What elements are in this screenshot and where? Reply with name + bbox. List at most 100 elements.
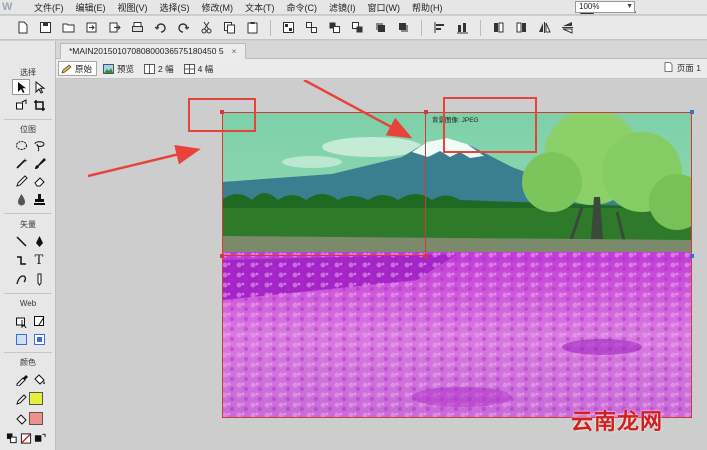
- eyedropper-icon: [16, 374, 28, 386]
- zoom-select[interactable]: 100% ▼: [575, 1, 635, 13]
- slice-tool[interactable]: [30, 313, 48, 329]
- flip-icon: [539, 22, 551, 33]
- hotspot-tool[interactable]: [12, 313, 30, 329]
- swap-colors-icon: [34, 433, 46, 442]
- paste-button[interactable]: [242, 19, 263, 37]
- pencil-icon: [61, 64, 72, 73]
- rotate-left-button[interactable]: [488, 19, 509, 37]
- pencil-tool[interactable]: [12, 173, 30, 189]
- tab-original[interactable]: 原始: [58, 61, 98, 76]
- scale-tool[interactable]: [12, 97, 30, 113]
- blur-tool[interactable]: [12, 191, 30, 207]
- document-tab-title: *MAIN20150107080800036575180450 5: [69, 46, 224, 56]
- send-backward-icon: [399, 23, 408, 32]
- distribute-button[interactable]: [452, 19, 473, 37]
- default-colors-button[interactable]: [6, 430, 18, 446]
- lasso-tool[interactable]: [30, 137, 48, 153]
- tab-4-up[interactable]: 4 幅: [182, 61, 218, 76]
- open-button[interactable]: [58, 19, 79, 37]
- menu-file[interactable]: 文件(F): [28, 1, 70, 14]
- pointer-tool[interactable]: [12, 79, 30, 95]
- stamp-icon: [33, 193, 45, 205]
- cut-button[interactable]: [196, 19, 217, 37]
- copy-button[interactable]: [219, 19, 240, 37]
- menubar: W 文件(F) 编辑(E) 视图(V) 选择(S) 修改(M) 文本(T) 命令…: [0, 0, 707, 15]
- line-tool[interactable]: [12, 233, 30, 249]
- split-icon: [352, 22, 363, 33]
- no-color-button[interactable]: [20, 430, 32, 446]
- line-icon: [15, 235, 27, 247]
- new-file-button[interactable]: [12, 19, 33, 37]
- pointer-icon: [17, 81, 26, 93]
- knife-tool[interactable]: [30, 271, 48, 287]
- stroke-color-swatch[interactable]: [12, 391, 30, 407]
- subselect-tool[interactable]: [30, 79, 48, 95]
- join-button[interactable]: [324, 19, 345, 37]
- freeform-icon: [15, 274, 26, 284]
- menu-window[interactable]: 窗口(W): [362, 1, 407, 14]
- flip-button[interactable]: [534, 19, 555, 37]
- folder-icon: [62, 23, 75, 33]
- print-button[interactable]: [127, 19, 148, 37]
- export-button[interactable]: [104, 19, 125, 37]
- hide-slices-icon: [15, 333, 27, 345]
- menu-edit[interactable]: 编辑(E): [70, 1, 112, 14]
- print-icon: [132, 22, 143, 32]
- menu-select[interactable]: 选择(S): [154, 1, 196, 14]
- marquee-tool[interactable]: [12, 137, 30, 153]
- eraser-tool[interactable]: [30, 173, 48, 189]
- import-button[interactable]: [81, 19, 102, 37]
- text-tool[interactable]: T: [30, 252, 48, 268]
- menu-view[interactable]: 视图(V): [112, 1, 154, 14]
- tools-section-bitmap: 位图: [20, 125, 36, 134]
- brush-tool[interactable]: [30, 155, 48, 171]
- eyedropper-tool[interactable]: [12, 371, 30, 387]
- swap-colors-button[interactable]: [34, 430, 46, 446]
- bring-forward-button[interactable]: [370, 19, 391, 37]
- send-backward-button[interactable]: [393, 19, 414, 37]
- menu-text[interactable]: 文本(T): [239, 1, 281, 14]
- pen-icon: [35, 235, 43, 247]
- annotation-arrows: [87, 80, 413, 178]
- redo-button[interactable]: [173, 19, 194, 37]
- eraser-icon: [33, 176, 45, 186]
- canvas-area[interactable]: 背景图像: JPEG 云南龙网: [56, 80, 707, 450]
- flip-vertical-button[interactable]: [557, 19, 578, 37]
- rectangle-tool[interactable]: [12, 252, 30, 268]
- align-button[interactable]: [429, 19, 450, 37]
- menu-help[interactable]: 帮助(H): [406, 1, 449, 14]
- menu-modify[interactable]: 修改(M): [196, 1, 240, 14]
- secondary-color-swatch[interactable]: [29, 412, 43, 425]
- menu-commands[interactable]: 命令(C): [281, 1, 324, 14]
- watermark: 云南龙网: [571, 410, 664, 435]
- rubber-stamp-tool[interactable]: [30, 191, 48, 207]
- toolbar-separator: [270, 19, 271, 36]
- rotate-right-button[interactable]: [511, 19, 532, 37]
- pen-tool[interactable]: [30, 233, 48, 249]
- slice-icon: [33, 315, 44, 326]
- tools-section-color: 颜色: [20, 358, 36, 367]
- paste-icon: [247, 22, 258, 34]
- freeform-tool[interactable]: [12, 271, 30, 287]
- save-button[interactable]: [35, 19, 56, 37]
- close-icon[interactable]: ×: [232, 44, 237, 59]
- crop-tool[interactable]: [30, 97, 48, 113]
- menu-filters[interactable]: 滤镜(I): [323, 1, 362, 14]
- lasso-icon: [34, 140, 45, 151]
- hide-slices-button[interactable]: [12, 331, 30, 347]
- section-divider: [4, 352, 52, 353]
- tab-preview[interactable]: 预览: [101, 61, 138, 76]
- tab-2-up[interactable]: 2 幅: [142, 61, 178, 76]
- undo-button[interactable]: [150, 19, 171, 37]
- document-tab[interactable]: *MAIN20150107080800036575180450 5 ×: [60, 43, 246, 59]
- group-button[interactable]: [278, 19, 299, 37]
- tools-panel: 选择 位图 矢量 T Web 颜色: [0, 41, 56, 450]
- show-slices-button[interactable]: [30, 331, 48, 347]
- split-button[interactable]: [347, 19, 368, 37]
- paint-bucket-tool[interactable]: [30, 371, 48, 387]
- ungroup-button[interactable]: [301, 19, 322, 37]
- fill-color-swatch[interactable]: [29, 392, 43, 405]
- page-indicator[interactable]: 页面 1: [664, 62, 701, 74]
- magic-wand-tool[interactable]: [12, 155, 30, 171]
- copy-icon: [224, 22, 235, 34]
